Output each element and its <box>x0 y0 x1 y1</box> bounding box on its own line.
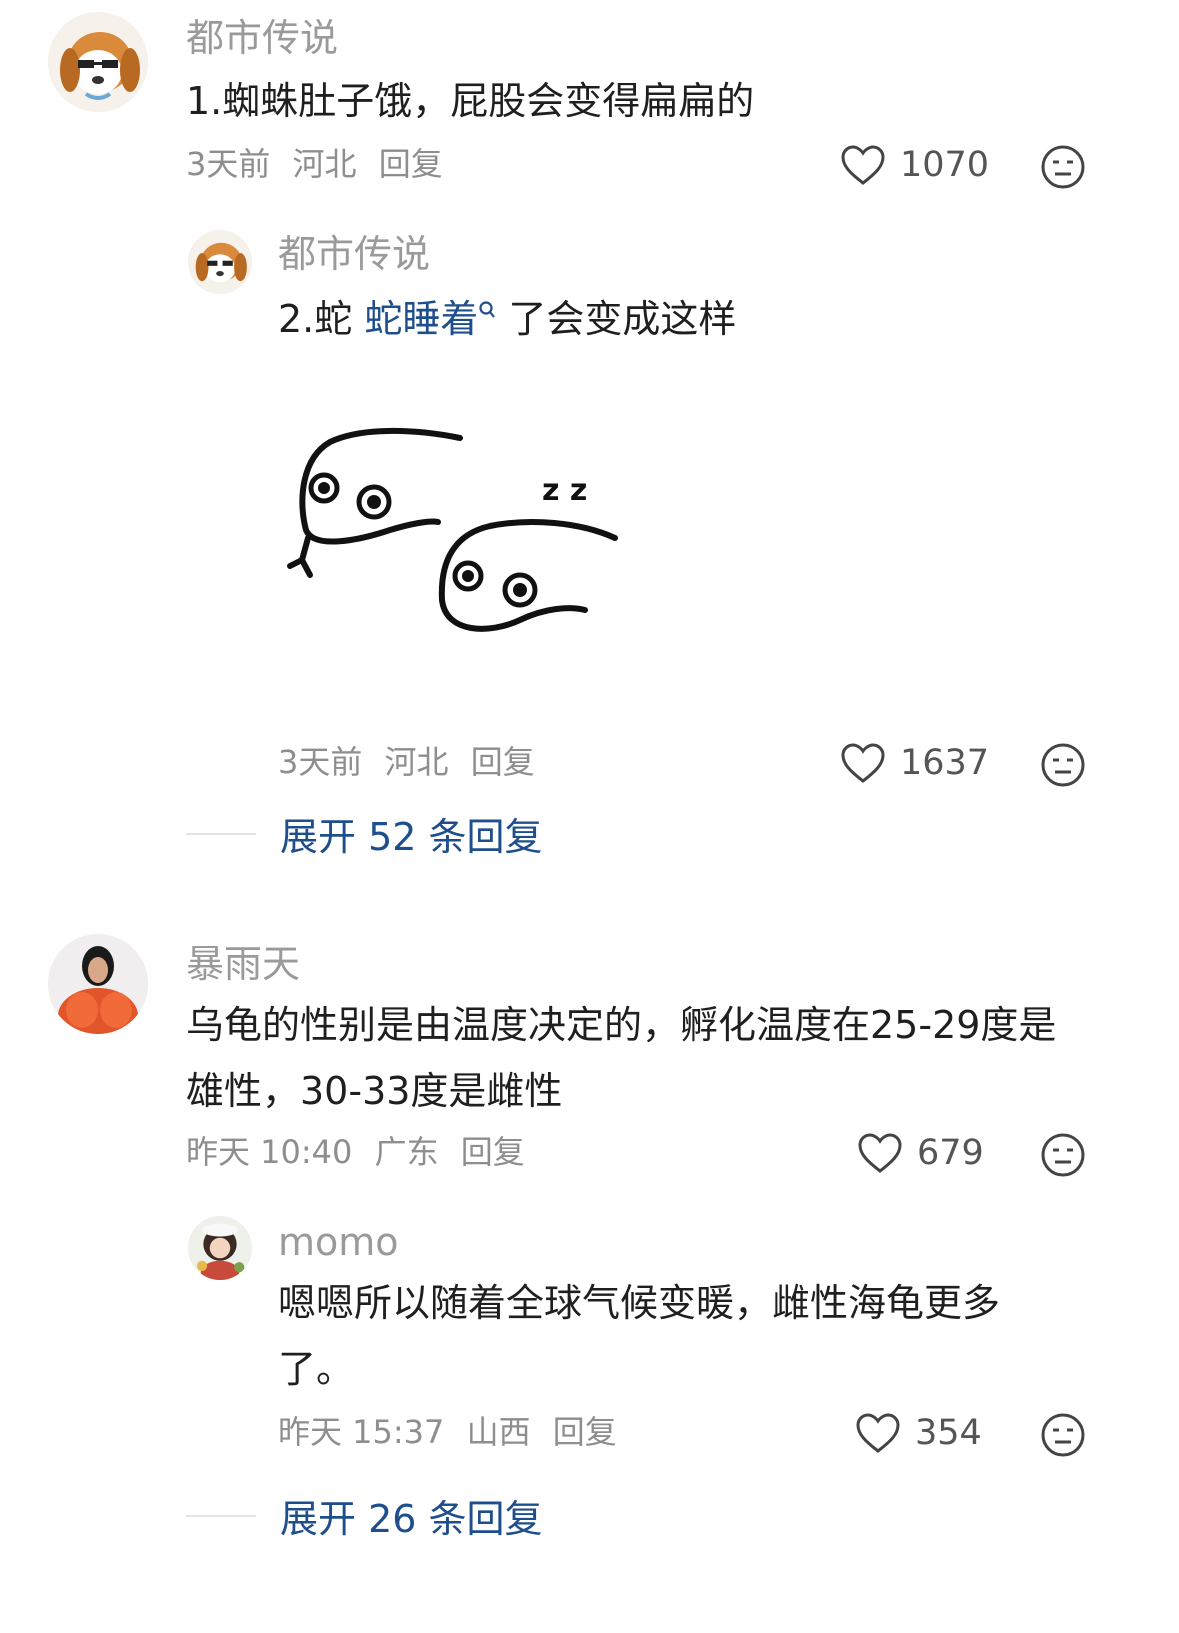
username[interactable]: 都市传说 <box>186 16 338 60</box>
location: 广东 <box>374 1133 439 1171</box>
expand-replies-button[interactable]: 展开 52 条回复 <box>186 806 543 861</box>
dislike-face-icon[interactable] <box>1040 144 1086 190</box>
reply-button[interactable]: 回复 <box>471 743 535 781</box>
comment-text: 乌龟的性别是由温度决定的，孵化温度在25-29度是雄性，30-33度是雌性 <box>186 1003 1057 1113</box>
username[interactable]: 都市传说 <box>278 232 430 276</box>
avatar[interactable] <box>188 1216 252 1280</box>
comment-text: 1.蜘蛛肚子饿，屁股会变得扁扁的 <box>186 79 755 123</box>
like-count: 1070 <box>900 145 990 185</box>
avatar-dog-icon <box>188 230 252 294</box>
heart-icon <box>841 743 885 783</box>
location: 河北 <box>384 743 449 781</box>
avatar-girl-icon <box>188 1216 252 1280</box>
avatar-woman-icon <box>48 934 148 1034</box>
avatar[interactable] <box>48 12 148 112</box>
username[interactable]: momo <box>278 1220 399 1264</box>
comment-meta: 昨天 15:37 山西 回复 <box>278 1412 629 1452</box>
dislike-face-icon[interactable] <box>1040 742 1086 788</box>
comment-meta: 3天前 河北 回复 <box>278 742 547 782</box>
comment-meta: 昨天 10:40 广东 回复 <box>186 1132 537 1172</box>
like-button[interactable]: 1070 <box>840 144 989 186</box>
reply-button[interactable]: 回复 <box>553 1413 617 1451</box>
sticker-z-letters: z z <box>542 473 587 508</box>
location: 河北 <box>292 145 357 183</box>
avatar-dog-icon <box>48 12 148 112</box>
heart-icon <box>858 1133 902 1173</box>
comment-text: 2.蛇 蛇睡着 了会变成这样 <box>278 286 736 352</box>
timestamp: 昨天 15:37 <box>278 1413 445 1451</box>
avatar[interactable] <box>48 934 148 1034</box>
expand-label: 展开 52 条回复 <box>280 815 543 859</box>
expand-replies-button[interactable]: 展开 26 条回复 <box>186 1488 543 1543</box>
heart-icon <box>841 145 885 185</box>
dislike-face-icon[interactable] <box>1040 1412 1086 1458</box>
avatar[interactable] <box>188 230 252 294</box>
like-button[interactable]: 679 <box>857 1132 984 1174</box>
like-count: 679 <box>917 1133 984 1173</box>
comment-text-suffix: 了会变成这样 <box>508 297 737 341</box>
like-button[interactable]: 354 <box>855 1412 982 1454</box>
reply-button[interactable]: 回复 <box>461 1133 525 1171</box>
heart-icon <box>856 1413 900 1453</box>
search-icon <box>479 301 496 318</box>
timestamp: 3天前 <box>278 743 363 781</box>
like-count: 1637 <box>900 743 990 783</box>
timestamp: 昨天 10:40 <box>186 1133 353 1171</box>
divider <box>186 832 256 835</box>
comment-text: 嗯嗯所以随着全球气候变暖，雌性海龟更多了。 <box>278 1281 1001 1391</box>
expand-label: 展开 26 条回复 <box>280 1497 543 1541</box>
reply-button[interactable]: 回复 <box>379 145 443 183</box>
comment-text-prefix: 2.蛇 <box>278 297 353 341</box>
divider <box>186 1514 256 1517</box>
comment-meta: 3天前 河北 回复 <box>186 144 455 184</box>
search-link[interactable]: 蛇睡着 <box>364 297 508 341</box>
timestamp: 3天前 <box>186 145 271 183</box>
location: 山西 <box>466 1413 531 1451</box>
like-count: 354 <box>915 1413 982 1453</box>
dislike-face-icon[interactable] <box>1040 1132 1086 1178</box>
like-button[interactable]: 1637 <box>840 742 989 784</box>
username[interactable]: 暴雨天 <box>186 942 300 986</box>
sleeping-snakes-sticker[interactable]: z z <box>280 410 640 650</box>
